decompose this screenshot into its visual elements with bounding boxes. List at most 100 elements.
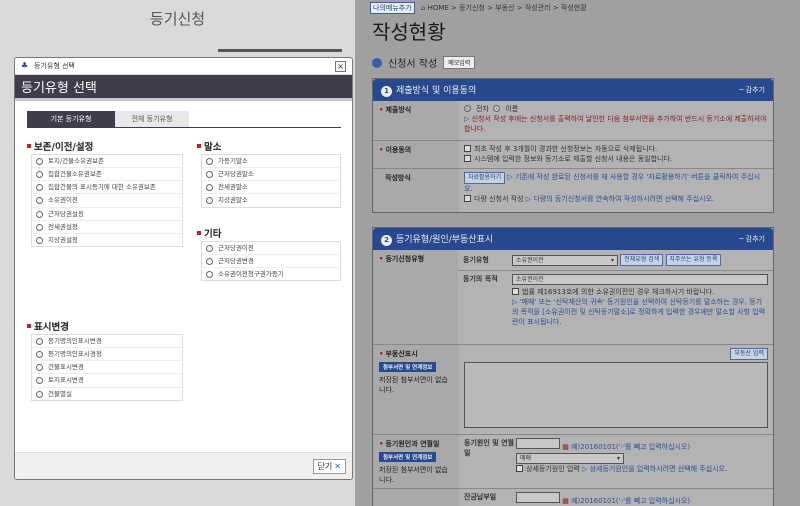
group-title-etc: 기타 [197, 226, 221, 240]
modal-body: 기본 등기유형 전체 등기유형 보존/이전/설정 토지/건물소유권보존 집합건물… [15, 101, 352, 454]
type-panel: 2 등기유형/원인/부동산표시 ─ 감추기 • 등기신청유형 등기유형 소유권이전 ▾… [372, 227, 774, 506]
option-label: 가등기말소 [218, 157, 248, 165]
registration-type-select[interactable]: 소유권이전 ▾ [512, 254, 618, 266]
close-button[interactable]: 닫기 ✕ [312, 459, 346, 474]
property-input-button[interactable]: 부동산 입력 [730, 348, 768, 360]
page-title: 작성현황 [372, 20, 446, 44]
cause-row: • 등기원인과 연월일 첨부서면 및 연계정보 저장된 첨부서면이 없습니다. 등… [373, 435, 773, 489]
radio-name[interactable] [493, 105, 501, 112]
option-label: 근저당권변경 [218, 257, 254, 266]
balance-date-input[interactable] [516, 492, 560, 503]
cause-sub-label: 등기원인 및 연월일 [464, 439, 514, 458]
radio-button[interactable] [36, 158, 43, 165]
option-item[interactable]: 근저당권말소 [202, 168, 340, 182]
balance-label: 잔금납부일 [464, 493, 497, 501]
step-number-badge: 1 [381, 86, 392, 97]
option-item[interactable]: 가등기말소 [202, 155, 340, 169]
option-item[interactable]: 근저당권이전 [202, 242, 340, 256]
radio-button[interactable] [36, 210, 43, 218]
radio-button[interactable] [206, 171, 213, 179]
cause-select[interactable]: 매매 ▾ [516, 453, 624, 465]
tab-underline [27, 127, 341, 128]
option-item[interactable]: 토지/건물소유권보존 [32, 155, 182, 169]
option-item[interactable]: 토지표시변경 [32, 374, 182, 388]
tab-basic-types[interactable]: 기본 등기유형 [27, 111, 115, 127]
property-attachments-note: 저장된 첨부서면이 없습니다. [379, 376, 448, 394]
detail-cause-note: 상세등기원인을 입력하시려면 선택해 주십시오. [589, 465, 728, 474]
cause-select-value: 매매 [520, 455, 532, 463]
radio-button[interactable] [206, 197, 213, 205]
memo-input-button[interactable]: 메모입력 [443, 56, 476, 69]
option-item[interactable]: 전세권말소 [202, 181, 340, 195]
add-my-menu-button[interactable]: 나의메뉴추가 [370, 2, 415, 14]
radio-button[interactable] [36, 377, 43, 385]
radio-button[interactable] [36, 184, 43, 192]
option-item[interactable]: 등기명의인표시경정 [32, 348, 182, 362]
detail-cause-checkbox[interactable] [516, 465, 523, 473]
reuse-data-button[interactable]: 자료활용하기 [464, 172, 506, 184]
radio-button[interactable] [36, 171, 43, 179]
consent-checkbox-2[interactable] [464, 155, 471, 163]
consent-label: 이용동의 [385, 146, 412, 154]
radio-button[interactable] [36, 223, 43, 231]
radio-button[interactable] [206, 158, 213, 165]
option-item[interactable]: 소유권이전 [32, 194, 182, 208]
radio-button[interactable] [36, 364, 43, 372]
hide-button[interactable]: ─ 감추기 [739, 234, 765, 244]
option-label: 전세권설정 [48, 222, 78, 231]
home-icon: ⌂ [420, 4, 426, 12]
option-item[interactable]: 집합건물소유권보존 [32, 168, 182, 182]
hide-button[interactable]: ─ 감추기 [739, 85, 765, 95]
purpose-input[interactable]: 소유권이전 [512, 274, 768, 285]
radio-button[interactable] [206, 271, 213, 279]
calendar-icon[interactable]: ▦ [562, 443, 569, 451]
radio-button[interactable] [36, 197, 43, 205]
close-icon[interactable]: × [335, 60, 346, 72]
option-item[interactable]: 근저당권변경 [202, 255, 340, 269]
radio-button[interactable] [36, 390, 43, 398]
property-attachments-button[interactable]: 첨부서면 및 연계정보 [379, 362, 437, 372]
consent-text-2: 시스템에 입력한 정보와 등기소로 제출할 신청서 내용은 동일합니다. [474, 155, 673, 164]
option-label: 지상권설정 [48, 235, 78, 244]
bulk-write-checkbox[interactable] [464, 195, 471, 203]
radio-button[interactable] [36, 351, 43, 359]
group-title-change: 표시변경 [27, 319, 69, 333]
registration-type-row: • 등기신청유형 등기유형 소유권이전 ▾ 전체유형 검색 자주쓰는 유형 등록 등… [373, 250, 773, 345]
court-logo-icon: ♣ [21, 61, 29, 70]
option-item[interactable]: 전세권설정 [32, 221, 182, 234]
radio-button[interactable] [206, 258, 213, 266]
option-item[interactable]: 지상권설정 [32, 234, 182, 246]
law-checkbox[interactable] [512, 288, 519, 295]
cause-attachments-button[interactable]: 첨부서면 및 연계정보 [379, 452, 437, 462]
cause-attachments-note: 저장된 첨부서면이 없습니다. [379, 466, 448, 484]
group-options-preserve: 토지/건물소유권보존 집합건물소유권보존 집합건물의 표시등기에 대한 소유권보… [31, 154, 183, 247]
radio-button[interactable] [206, 245, 213, 252]
property-textarea[interactable] [464, 362, 768, 428]
option-item[interactable]: 건물멸실 [32, 388, 182, 400]
radio-button[interactable] [36, 236, 43, 244]
option-label: 토지표시변경 [48, 376, 84, 385]
radio-button[interactable] [36, 338, 43, 345]
register-favorite-type-button[interactable]: 자주쓰는 유형 등록 [665, 254, 722, 266]
consent-row: • 이용동의 최초 작성 후 3개월이 경과한 신청정보는 자동으로 삭제됩니다.… [373, 141, 773, 169]
arrow-icon: ▷ [512, 298, 520, 307]
radio-button[interactable] [206, 184, 213, 192]
tab-all-types[interactable]: 전체 등기유형 [115, 111, 189, 127]
option-label: 토지/건물소유권보존 [48, 157, 105, 165]
property-row: • 부동산표시 첨부서면 및 연계정보 저장된 첨부서면이 없습니다. 부동산 입… [373, 345, 773, 435]
option-item[interactable]: 소유권이전청구권가등기 [202, 268, 340, 280]
cause-date-input[interactable] [516, 438, 560, 449]
consent-checkbox-1[interactable] [464, 145, 471, 152]
option-item[interactable]: 지상권말소 [202, 194, 340, 206]
chevron-down-icon: ▾ [616, 455, 620, 463]
search-all-types-button[interactable]: 전체유형 검색 [620, 254, 664, 266]
option-item[interactable]: 건물표시변경 [32, 361, 182, 375]
radio-electronic[interactable] [464, 105, 471, 112]
option-label: 등기명의인표시변경 [48, 337, 102, 345]
option-item[interactable]: 등기명의인표시변경 [32, 335, 182, 349]
option-label: 근저당권이전 [218, 244, 254, 252]
option-item[interactable]: 집합건물의 표시등기에 대한 소유권보존 [32, 181, 182, 195]
detail-cause-label: 상세등기원인 입력 [526, 465, 580, 474]
option-item[interactable]: 근저당권설정 [32, 208, 182, 221]
calendar-icon[interactable]: ▦ [562, 497, 569, 505]
